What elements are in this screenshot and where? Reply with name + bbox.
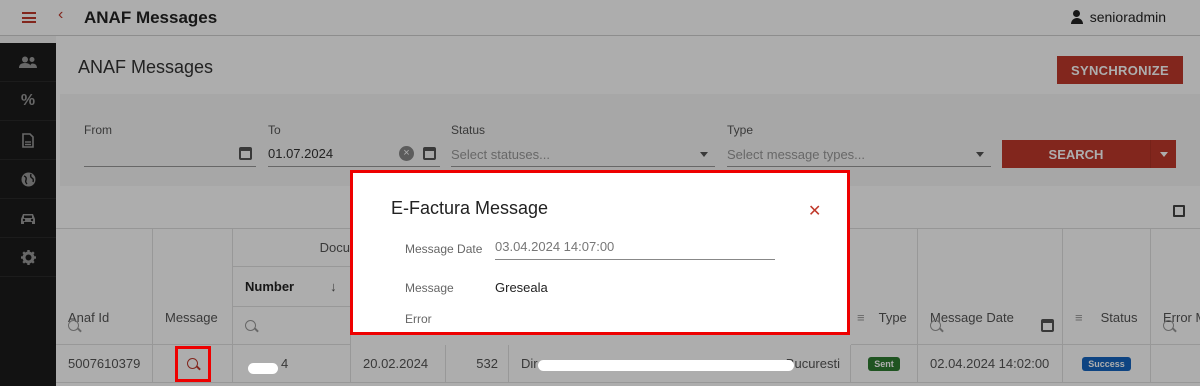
- dialog-title: E-Factura Message: [391, 198, 549, 218]
- app-root: ‹ ANAF Messages senioradmin % ANAF Messa…: [0, 0, 1200, 386]
- close-icon[interactable]: ✕: [808, 201, 821, 221]
- redaction-mark: [538, 360, 794, 371]
- efactura-message-dialog: E-Factura Message ✕ Message Date 03.04.2…: [350, 170, 850, 335]
- message-date-label: Message Date: [405, 242, 483, 256]
- error-label: Error: [405, 312, 432, 326]
- message-label: Message: [405, 281, 454, 295]
- message-date-field: 03.04.2024 14:07:00: [495, 239, 775, 260]
- view-message-highlight: [175, 346, 211, 382]
- redaction-mark: [248, 363, 278, 374]
- message-value: Greseala: [495, 280, 548, 295]
